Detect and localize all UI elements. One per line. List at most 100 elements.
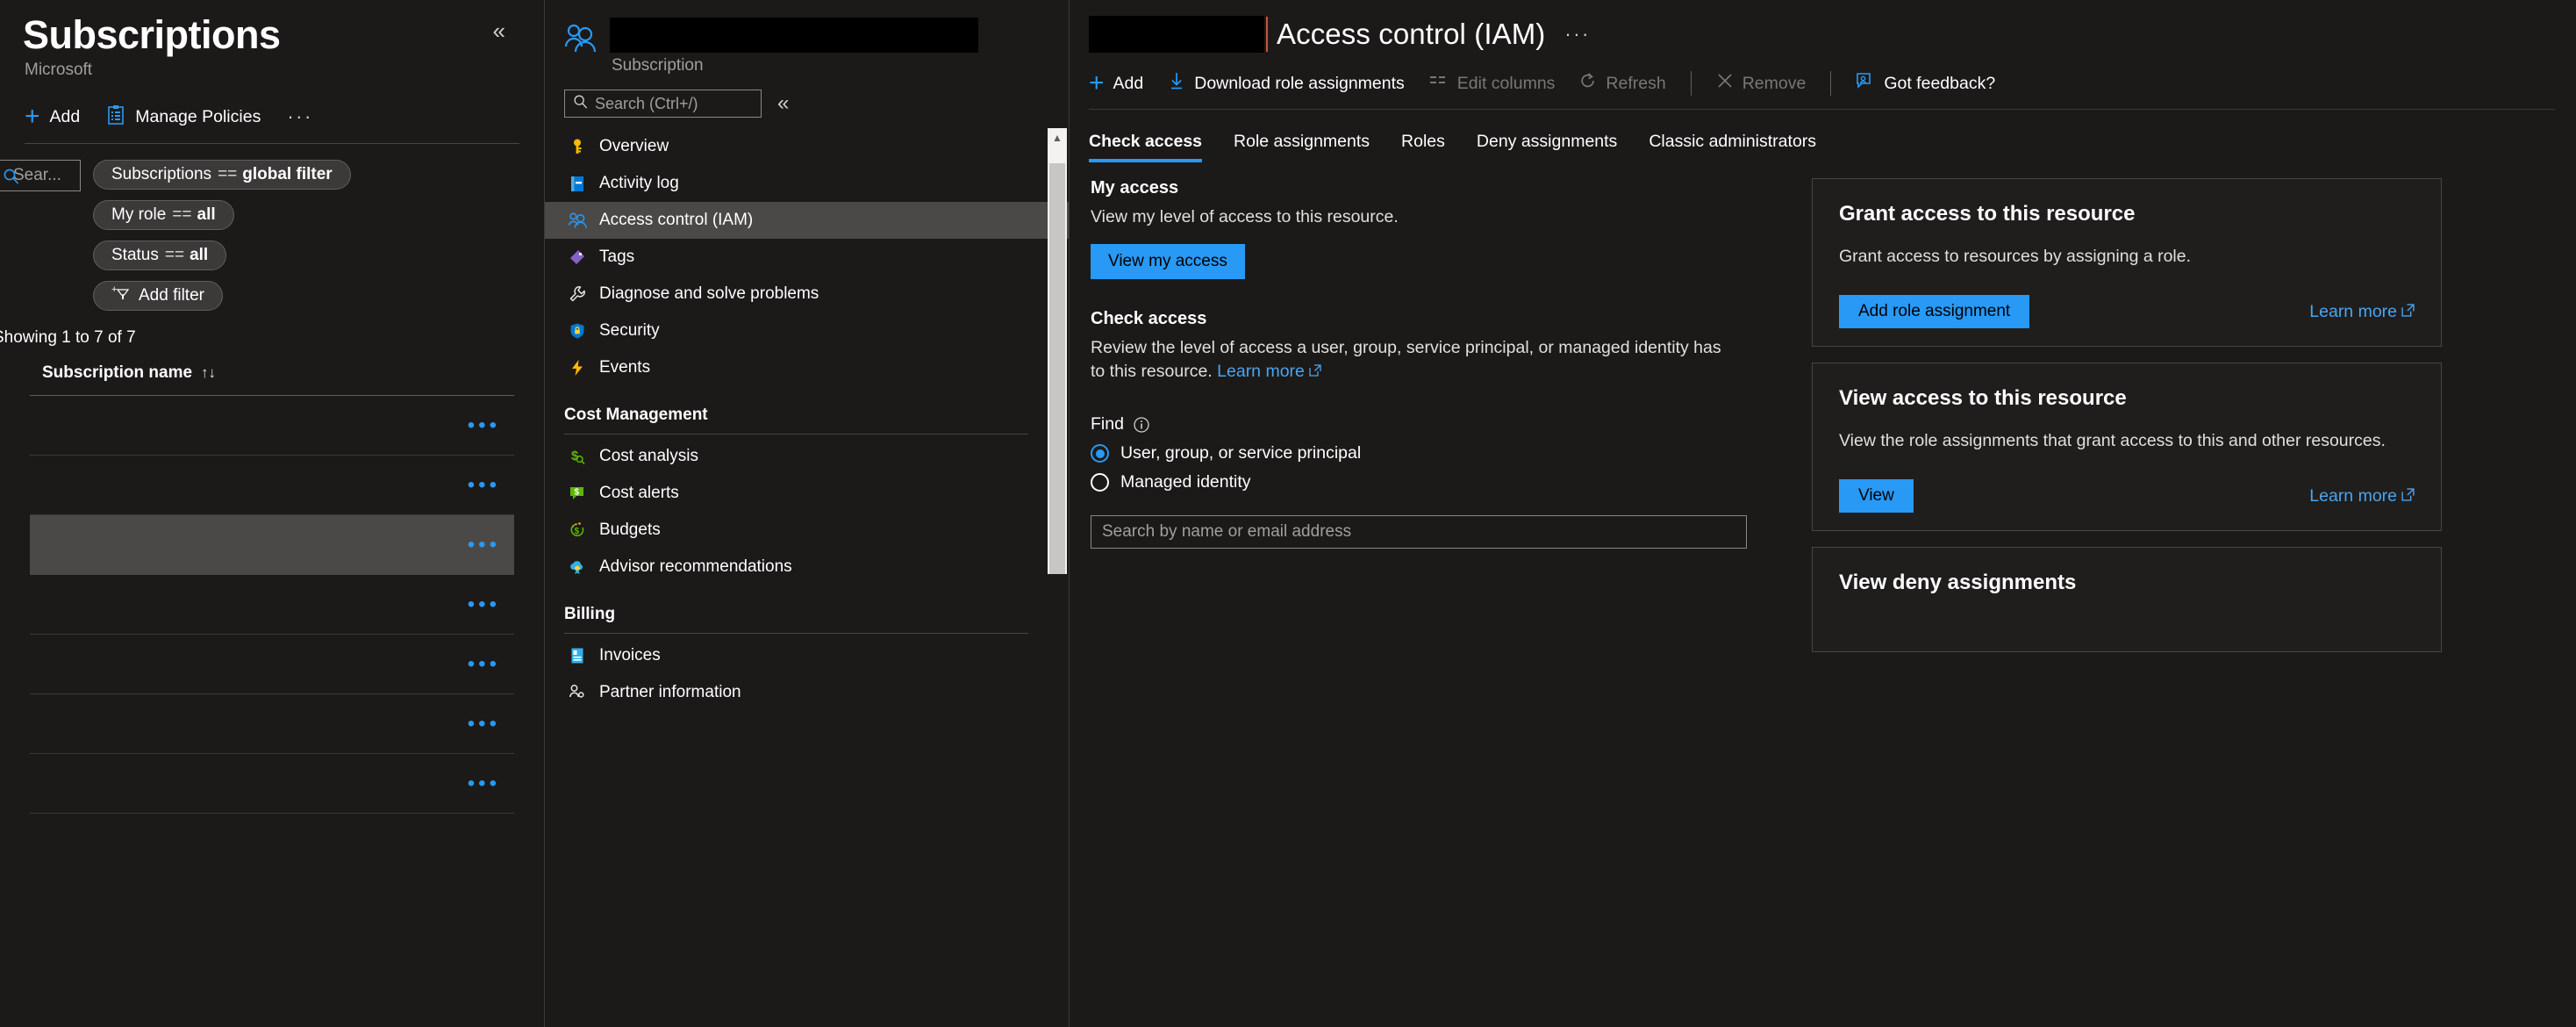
table-row[interactable]: ••• — [30, 694, 514, 755]
table-row[interactable]: ••• — [30, 456, 514, 516]
sidebar-item-label: Budgets — [599, 521, 661, 539]
grant-access-learn-more[interactable]: Learn more — [2309, 302, 2415, 322]
grant-access-card-title: Grant access to this resource — [1839, 202, 2136, 226]
row-context-menu-button[interactable]: ••• — [468, 593, 500, 615]
view-access-card-text: View the role assignments that grant acc… — [1839, 431, 2386, 450]
nav-scrollbar[interactable]: ▲ — [1048, 128, 1067, 574]
plus-icon: + — [1089, 68, 1105, 97]
filter-pill-status[interactable]: Status == all — [93, 241, 227, 271]
edit-columns-button[interactable]: Edit columns — [1429, 73, 1580, 94]
table-row[interactable]: ••• — [30, 396, 514, 456]
subscriptions-search-input[interactable]: Sear... — [0, 160, 81, 192]
add-button[interactable]: + Add — [1089, 70, 1168, 97]
sidebar-item-overview[interactable]: Overview — [545, 128, 1069, 165]
sidebar-item-label: Events — [599, 358, 651, 377]
resource-nav-blade: Subscription Search (Ctrl+/) « ▲ Overvie… — [544, 0, 1069, 1027]
download-role-assignments-button[interactable]: Download role assignments — [1168, 71, 1429, 96]
resource-nav-search-input[interactable]: Search (Ctrl+/) — [564, 90, 762, 118]
tab-check-access[interactable]: Check access — [1089, 132, 1221, 164]
add-subscription-button[interactable]: + Add — [25, 104, 80, 130]
sidebar-item-security[interactable]: Security — [545, 312, 1069, 349]
row-context-menu-button[interactable]: ••• — [468, 474, 500, 496]
view-button[interactable]: View — [1839, 479, 1914, 514]
table-row[interactable]: ••• — [30, 515, 514, 576]
got-feedback-button[interactable]: Got feedback? — [1856, 71, 2020, 96]
table-row[interactable]: ••• — [30, 754, 514, 815]
radio-user-group-service-principal[interactable]: User, group, or service principal — [1091, 443, 1740, 463]
sidebar-item-diagnose[interactable]: Diagnose and solve problems — [545, 276, 1069, 312]
filter-field-1: My role — [111, 205, 167, 225]
filter-pill-list: Subscriptions == global filter My role =… — [93, 160, 351, 312]
search-icon — [573, 94, 588, 113]
sidebar-item-invoices[interactable]: Invoices — [545, 637, 1069, 674]
sidebar-item-label: Cost analysis — [599, 447, 698, 465]
view-my-access-button[interactable]: View my access — [1091, 243, 1245, 279]
sidebar-item-access-control[interactable]: Access control (IAM) — [545, 202, 1069, 239]
table-row[interactable]: ••• — [30, 635, 514, 695]
info-icon[interactable] — [1133, 416, 1150, 434]
tab-deny-assignments[interactable]: Deny assignments — [1477, 132, 1636, 164]
page-overflow-button[interactable]: ··· — [1564, 23, 1590, 46]
row-context-menu-button[interactable]: ••• — [468, 772, 500, 794]
external-link-icon — [2401, 488, 2415, 506]
sidebar-item-tags[interactable]: Tags — [545, 239, 1069, 276]
radio-button-icon[interactable] — [1091, 473, 1109, 492]
sidebar-item-budgets[interactable]: $ Budgets — [545, 512, 1069, 549]
filter-op-2: == — [164, 246, 185, 265]
refresh-label: Refresh — [1606, 73, 1666, 93]
svg-text:$: $ — [575, 488, 580, 498]
collapse-blade-button[interactable]: « — [493, 19, 505, 42]
tag-icon — [568, 248, 587, 267]
feedback-icon — [1856, 71, 1875, 96]
table-header-row: Subscription name ↑↓ — [0, 363, 544, 383]
people-icon — [564, 23, 597, 59]
row-context-menu-button[interactable]: ••• — [468, 534, 500, 556]
subscriptions-header: Subscriptions Microsoft « — [0, 0, 544, 80]
row-context-menu-button[interactable]: ••• — [468, 653, 500, 675]
tab-role-assignments[interactable]: Role assignments — [1234, 132, 1389, 164]
toolbar-separator — [1690, 71, 1692, 96]
search-icon — [3, 168, 19, 189]
scrollbar-thumb[interactable] — [1049, 163, 1065, 574]
people-icon — [568, 211, 587, 230]
radio-button-icon[interactable] — [1091, 444, 1109, 463]
iam-tabs: Check access Role assignments Roles Deny… — [1070, 110, 2576, 164]
view-access-learn-more[interactable]: Learn more — [2309, 486, 2415, 506]
filter-value-2: all — [190, 246, 209, 265]
sort-arrows-icon[interactable]: ↑↓ — [201, 364, 216, 382]
sidebar-item-cost-alerts[interactable]: $ Cost alerts — [545, 475, 1069, 512]
download-role-assignments-label: Download role assignments — [1194, 73, 1405, 93]
tab-classic-administrators[interactable]: Classic administrators — [1649, 132, 1835, 164]
sidebar-item-cost-analysis[interactable]: $ Cost analysis — [545, 438, 1069, 475]
check-access-description: Review the level of access a user, group… — [1091, 336, 1740, 384]
view-access-card-title: View access to this resource — [1839, 386, 2127, 410]
filter-pill-my-role[interactable]: My role == all — [93, 200, 234, 231]
got-feedback-label: Got feedback? — [1884, 73, 1996, 93]
check-access-search-input[interactable]: Search by name or email address — [1091, 515, 1747, 549]
add-role-assignment-button[interactable]: Add role assignment — [1839, 295, 2030, 329]
row-context-menu-button[interactable]: ••• — [468, 414, 500, 436]
tab-roles[interactable]: Roles — [1401, 132, 1464, 164]
column-header-subscription-name[interactable]: Subscription name — [42, 363, 192, 383]
sidebar-item-activity-log[interactable]: Activity log — [545, 165, 1069, 202]
row-context-menu-button[interactable]: ••• — [468, 713, 500, 735]
manage-policies-button[interactable]: Manage Policies — [106, 104, 261, 130]
add-filter-button[interactable]: + Add filter — [93, 281, 223, 312]
scroll-up-arrow-icon[interactable]: ▲ — [1048, 128, 1067, 147]
filter-pill-subscriptions[interactable]: Subscriptions == global filter — [93, 160, 351, 190]
collapse-nav-button[interactable]: « — [777, 93, 789, 114]
sidebar-item-advisor-recommendations[interactable]: Advisor recommendations — [545, 549, 1069, 585]
remove-button[interactable]: Remove — [1716, 72, 1831, 95]
add-subscription-label: Add — [49, 106, 81, 126]
radio-managed-identity[interactable]: Managed identity — [1091, 472, 1740, 492]
refresh-button[interactable]: Refresh — [1579, 72, 1690, 95]
subscriptions-overflow-button[interactable]: ··· — [287, 105, 312, 128]
view-access-card: View access to this resource View the ro… — [1812, 363, 2442, 531]
sidebar-item-partner-information[interactable]: Partner information — [545, 674, 1069, 711]
sidebar-item-events[interactable]: Events — [545, 349, 1069, 386]
table-row[interactable]: ••• — [30, 575, 514, 636]
check-access-learn-more-link[interactable]: Learn more — [1217, 362, 1305, 381]
find-row: Find — [1091, 414, 1740, 434]
sidebar-item-label: Overview — [599, 137, 669, 155]
grant-access-card-text: Grant access to resources by assigning a… — [1839, 247, 2192, 266]
